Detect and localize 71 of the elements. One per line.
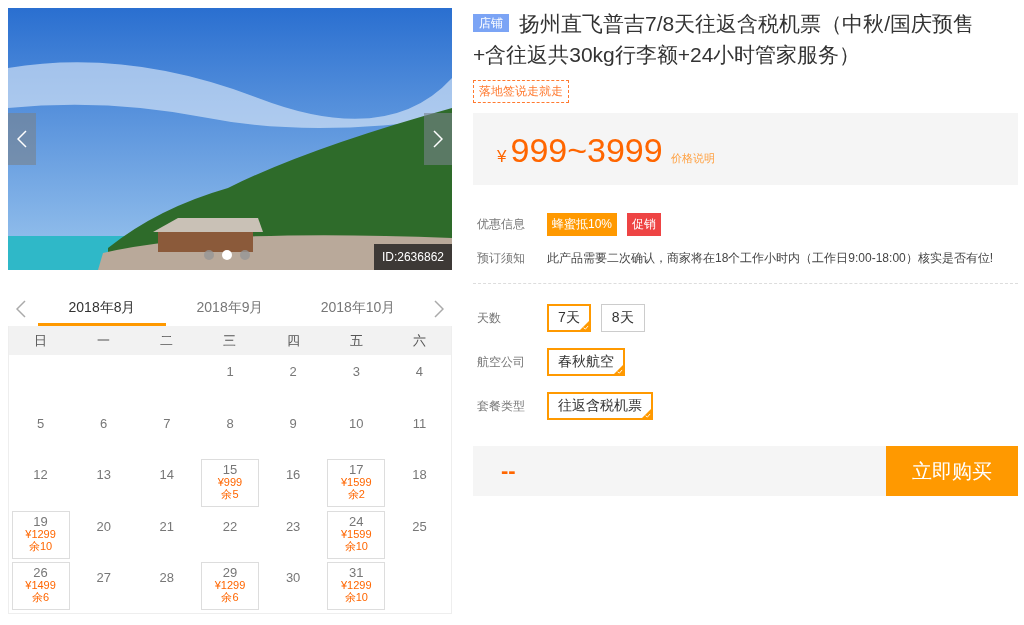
calendar-day: 5: [36, 407, 45, 458]
chevron-left-icon: [16, 300, 26, 318]
weekday-header: 二: [135, 326, 199, 355]
weekday-header: 一: [72, 326, 136, 355]
offer-badge: 促销: [627, 213, 662, 236]
option-button[interactable]: 春秋航空: [547, 348, 625, 376]
option-button[interactable]: 7天: [547, 304, 591, 332]
calendar-day: 22: [222, 510, 238, 561]
carousel-dot[interactable]: [240, 250, 250, 260]
calendar-day: 20: [96, 510, 111, 561]
calendar-day: 2: [289, 356, 297, 407]
option-button[interactable]: 8天: [600, 304, 645, 332]
chevron-right-icon: [434, 300, 444, 318]
next-image-button[interactable]: [424, 113, 452, 165]
calendar-day: 12: [33, 459, 48, 510]
calendar-day: 16: [285, 459, 301, 510]
calendar-day[interactable]: 19 ¥1299 余10: [11, 510, 70, 559]
calendar-day: 7: [163, 407, 171, 458]
booking-notice: 此产品需要二次确认，商家将在18个工作小时内（工作日9:00-18:00）核实是否有位!: [547, 250, 994, 267]
chevron-left-icon: [17, 130, 27, 148]
calendar-day: 21: [159, 510, 175, 561]
weekday-header: 三: [198, 326, 262, 355]
shop-badge: 店铺: [473, 14, 509, 32]
calendar-day: 1: [226, 356, 234, 407]
check-corner-icon: [579, 321, 589, 330]
carousel-dot[interactable]: [222, 250, 232, 260]
month-tab[interactable]: 2018年10月: [294, 292, 422, 326]
carousel-dot[interactable]: [204, 250, 214, 260]
total-price: --: [501, 458, 516, 484]
month-tab[interactable]: 2018年9月: [166, 292, 294, 326]
calendar-day: 10: [349, 407, 364, 458]
currency-symbol: ¥: [497, 147, 507, 167]
field-label: 航空公司: [477, 353, 526, 371]
calendar-day: 25: [412, 510, 427, 561]
calendar-day: 28: [159, 562, 175, 613]
weekday-header: 四: [261, 326, 325, 355]
field-label: 优惠信息: [477, 216, 526, 233]
field-label: 天数: [477, 309, 502, 327]
previous-image-button[interactable]: [8, 113, 36, 165]
calendar-day[interactable]: 15 ¥999 余5: [201, 459, 259, 507]
price-range: 999~3999: [510, 131, 663, 170]
calendar-day: 18: [412, 459, 427, 510]
offer-badge: 蜂蜜抵10%: [547, 213, 618, 236]
calendar-day: 8: [226, 407, 234, 458]
calendar-day: 3: [352, 356, 360, 407]
calendar-day: 27: [96, 562, 111, 613]
calendar-day[interactable]: 29 ¥1299 余6: [201, 562, 259, 610]
calendar-day: 6: [100, 407, 108, 458]
option-button[interactable]: 往返含税机票: [547, 392, 653, 420]
chevron-right-icon: [433, 130, 443, 148]
product-title: 店铺 扬州直飞普吉7/8天往返含税机票（中秋/国庆预售+含往返共30kg行李额+24小时管家服务）: [473, 11, 976, 68]
calendar-day: 9: [289, 407, 297, 458]
calendar-day: 14: [159, 459, 175, 510]
check-corner-icon: [642, 409, 651, 418]
calendar-day: 30: [285, 562, 301, 613]
calendar-day: 11: [412, 407, 427, 458]
image-id-label: ID:2636862: [373, 244, 452, 270]
calendar-day[interactable]: 31 ¥1299 余10: [327, 562, 386, 610]
calendar-day: 4: [415, 356, 424, 407]
calendar-day[interactable]: 24 ¥1599 余10: [327, 510, 386, 559]
field-label: 预订须知: [477, 250, 526, 267]
calendar-day[interactable]: 26 ¥1499 余6: [11, 562, 70, 610]
weekday-header: 六: [387, 326, 451, 355]
calendar-day: 13: [96, 459, 111, 510]
check-corner-icon: [614, 365, 623, 374]
product-tag: 落地签说走就走: [473, 80, 569, 103]
weekday-header: 日: [9, 326, 73, 355]
calendar-day: 23: [285, 510, 301, 561]
weekday-header: 五: [324, 326, 388, 355]
calendar-day[interactable]: 17 ¥1599 余2: [327, 459, 386, 507]
field-label: 套餐类型: [477, 397, 526, 415]
